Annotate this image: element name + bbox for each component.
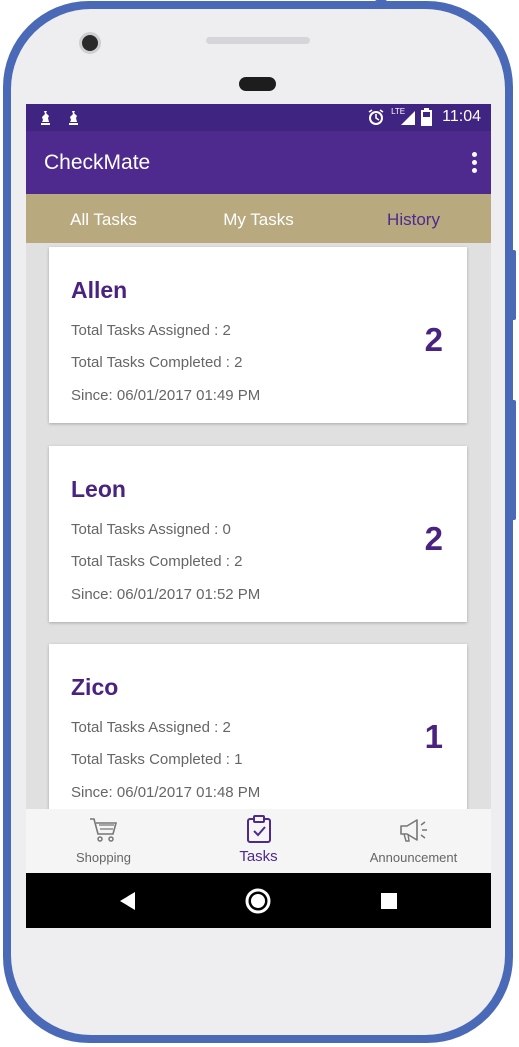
- bottom-navigation: Shopping Tasks Announcement: [26, 809, 491, 873]
- more-vert-icon[interactable]: [471, 152, 477, 174]
- status-time: 11:04: [442, 108, 481, 125]
- tab-my-tasks[interactable]: My Tasks: [181, 194, 336, 243]
- front-camera: [79, 32, 101, 54]
- tasks-assigned-text: Total Tasks Assigned : 0: [71, 521, 231, 538]
- status-bar: LTE 11:04: [26, 104, 491, 131]
- megaphone-icon: [399, 819, 427, 842]
- history-list[interactable]: Allen Total Tasks Assigned : 2 Total Tas…: [26, 243, 491, 809]
- chess-icon: [41, 111, 50, 125]
- alarm-icon: [368, 109, 384, 125]
- app-screen: LTE 11:04 CheckMate All Tasks My Tasks H…: [26, 104, 491, 928]
- member-name: Allen: [71, 277, 128, 303]
- volume-button: [511, 400, 516, 520]
- power-button: [511, 250, 516, 320]
- tasks-completed-text: Total Tasks Completed : 2: [71, 354, 243, 371]
- task-count: 2: [424, 321, 443, 358]
- home-icon[interactable]: [245, 888, 271, 914]
- system-navigation-bar: [26, 873, 491, 928]
- tasks-assigned-text: Total Tasks Assigned : 2: [71, 322, 231, 339]
- back-icon[interactable]: [120, 892, 136, 910]
- tab-history[interactable]: History: [336, 194, 491, 243]
- nav-announcement-label: Announcement: [369, 850, 458, 865]
- member-name: Zico: [71, 674, 119, 700]
- list-item[interactable]: Leon Total Tasks Assigned : 0 Total Task…: [49, 446, 467, 622]
- tasks-completed-text: Total Tasks Completed : 1: [71, 751, 243, 768]
- tab-all-tasks[interactable]: All Tasks: [26, 194, 181, 243]
- member-name: Leon: [71, 476, 126, 502]
- earpiece: [239, 77, 276, 91]
- app-bar: CheckMate: [26, 131, 491, 194]
- app-title: CheckMate: [44, 151, 151, 174]
- tasks-completed-text: Total Tasks Completed : 2: [71, 553, 243, 570]
- network-type-label: LTE: [391, 106, 406, 116]
- list-item[interactable]: Zico Total Tasks Assigned : 2 Total Task…: [49, 644, 467, 809]
- nav-shopping[interactable]: Shopping: [26, 809, 181, 873]
- battery-icon: [421, 108, 433, 126]
- top-speaker-grille: [206, 37, 310, 44]
- nav-announcement[interactable]: Announcement: [336, 809, 491, 873]
- top-button: [375, 0, 387, 4]
- nav-shopping-label: Shopping: [76, 850, 131, 865]
- task-count: 2: [424, 520, 443, 557]
- clipboard-check-icon: [246, 815, 271, 843]
- recents-icon[interactable]: [381, 893, 397, 909]
- chess-icon: [69, 111, 78, 125]
- since-text: Since: 06/01/2017 01:52 PM: [71, 586, 261, 603]
- nav-tasks[interactable]: Tasks: [181, 809, 336, 873]
- cart-icon: [89, 818, 117, 842]
- nav-tasks-label: Tasks: [239, 848, 278, 865]
- task-count: 1: [424, 718, 443, 755]
- tasks-assigned-text: Total Tasks Assigned : 2: [71, 719, 231, 736]
- list-item[interactable]: Allen Total Tasks Assigned : 2 Total Tas…: [49, 247, 467, 423]
- since-text: Since: 06/01/2017 01:48 PM: [71, 784, 261, 801]
- since-text: Since: 06/01/2017 01:49 PM: [71, 387, 261, 404]
- tab-bar: All Tasks My Tasks History: [26, 194, 491, 243]
